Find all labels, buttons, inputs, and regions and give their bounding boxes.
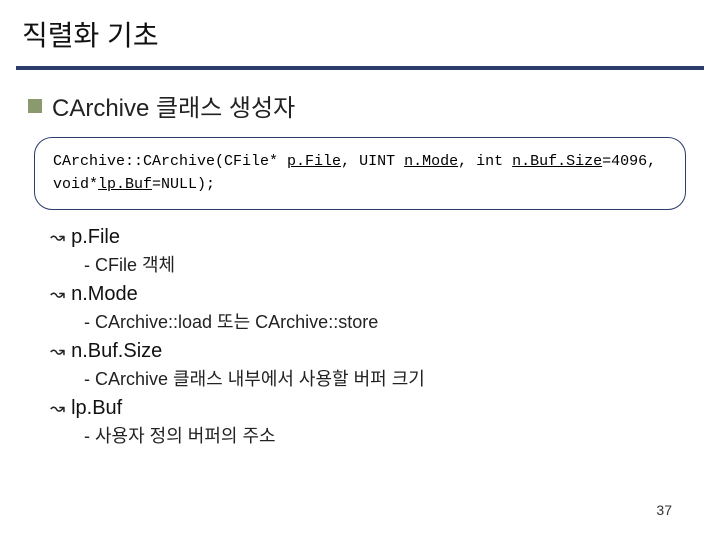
param-desc: - CArchive 클래스 내부에서 사용할 버퍼 크기: [50, 365, 692, 391]
param-name: lp.Buf: [71, 397, 122, 420]
section-header: CArchive 클래스 생성자: [52, 88, 295, 123]
code-param-lpbuf: lp.Buf: [98, 176, 152, 193]
title-area: 직렬화 기초: [0, 0, 720, 60]
param-row: ↝ lp.Buf: [50, 397, 692, 420]
code-text: void*: [53, 176, 98, 193]
section-header-row: CArchive 클래스 생성자: [28, 88, 692, 123]
param-desc: - 사용자 정의 버퍼의 주소: [50, 422, 692, 448]
square-bullet-icon: [28, 99, 42, 113]
param-row: ↝ n.Mode: [50, 283, 692, 306]
param-name: n.Buf.Size: [71, 340, 162, 363]
page-number: 37: [656, 502, 672, 518]
code-text: , UINT: [341, 153, 404, 170]
code-param-pfile: p.File: [287, 153, 341, 170]
param-row: ↝ p.File: [50, 226, 692, 249]
code-text: , int: [458, 153, 512, 170]
param-name: p.File: [71, 226, 120, 249]
param-name: n.Mode: [71, 283, 138, 306]
code-line-1: CArchive::CArchive(CFile* p.File, UINT n…: [53, 150, 667, 173]
code-text: CArchive::CArchive(CFile*: [53, 153, 287, 170]
content: CArchive 클래스 생성자 CArchive::CArchive(CFil…: [0, 70, 720, 448]
code-line-2: void*lp.Buf=NULL);: [53, 173, 667, 196]
code-param-nbufsize: n.Buf.Size: [512, 153, 602, 170]
param-desc: - CFile 객체: [50, 251, 692, 277]
param-row: ↝ n.Buf.Size: [50, 340, 692, 363]
arrow-icon: ↝: [50, 284, 65, 305]
code-signature-box: CArchive::CArchive(CFile* p.File, UINT n…: [34, 137, 686, 210]
code-param-nmode: n.Mode: [404, 153, 458, 170]
arrow-icon: ↝: [50, 398, 65, 419]
definitions-list: ↝ p.File - CFile 객체 ↝ n.Mode - CArchive:…: [28, 226, 692, 448]
slide-title: 직렬화 기초: [22, 14, 698, 54]
code-text: =4096,: [602, 153, 656, 170]
code-text: =NULL);: [152, 176, 215, 193]
slide: 직렬화 기초 CArchive 클래스 생성자 CArchive::CArchi…: [0, 0, 720, 540]
param-desc: - CArchive::load 또는 CArchive::store: [50, 308, 692, 334]
arrow-icon: ↝: [50, 341, 65, 362]
arrow-icon: ↝: [50, 227, 65, 248]
